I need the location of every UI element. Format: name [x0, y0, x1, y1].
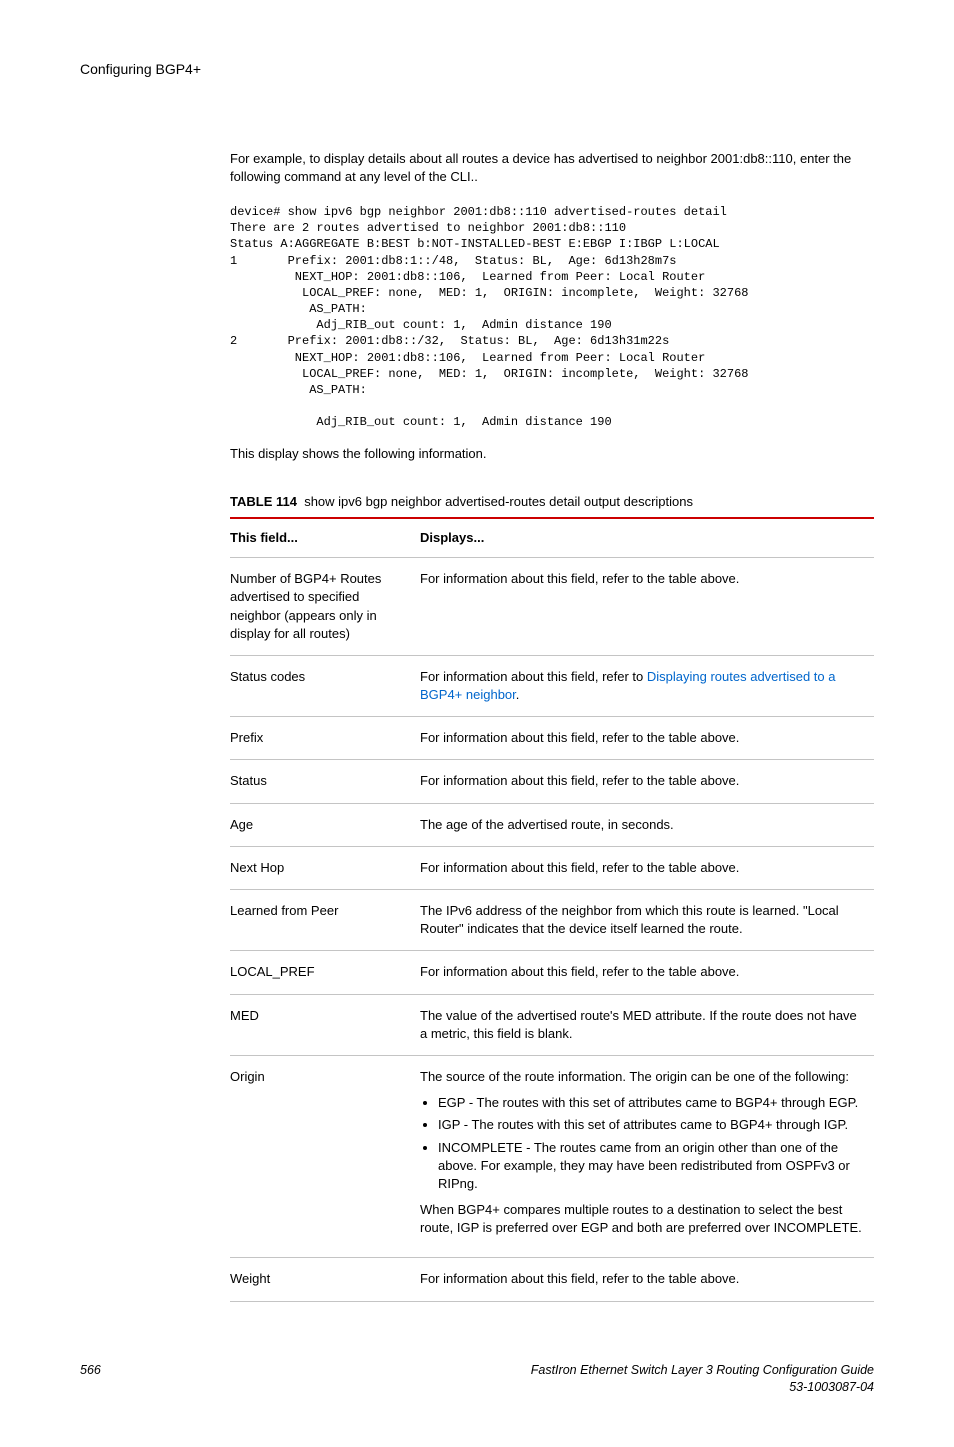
field-desc: For information about this field, refer … [420, 760, 874, 803]
field-desc: For information about this field, refer … [420, 558, 874, 656]
table-row: LOCAL_PREF For information about this fi… [230, 951, 874, 994]
list-item: EGP - The routes with this set of attrib… [438, 1094, 864, 1112]
table-row: Weight For information about this field,… [230, 1258, 874, 1301]
desc-text: . [516, 687, 520, 702]
table-row: Learned from Peer The IPv6 address of th… [230, 890, 874, 951]
page-header-title: Configuring BGP4+ [80, 61, 201, 77]
table-header-row: This field... Displays... [230, 518, 874, 558]
field-name: MED [230, 994, 420, 1055]
after-code-paragraph: This display shows the following informa… [230, 445, 874, 463]
field-name: Status [230, 760, 420, 803]
page-footer: 566 FastIron Ethernet Switch Layer 3 Rou… [80, 1362, 874, 1397]
field-name: Prefix [230, 717, 420, 760]
field-desc: For information about this field, refer … [420, 1258, 874, 1301]
table-number: TABLE 114 [230, 494, 297, 509]
cli-output-block: device# show ipv6 bgp neighbor 2001:db8:… [230, 204, 874, 431]
field-name: Status codes [230, 655, 420, 716]
origin-list: EGP - The routes with this set of attrib… [420, 1094, 864, 1193]
origin-intro: The source of the route information. The… [420, 1068, 864, 1086]
intro-paragraph: For example, to display details about al… [230, 150, 874, 186]
table-row: MED The value of the advertised route's … [230, 994, 874, 1055]
doc-title: FastIron Ethernet Switch Layer 3 Routing… [531, 1362, 874, 1380]
table-row: Prefix For information about this field,… [230, 717, 874, 760]
field-desc: The source of the route information. The… [420, 1055, 874, 1258]
field-name: LOCAL_PREF [230, 951, 420, 994]
table-row: Origin The source of the route informati… [230, 1055, 874, 1258]
field-name: Weight [230, 1258, 420, 1301]
doc-number: 53-1003087-04 [531, 1379, 874, 1397]
page-number: 566 [80, 1362, 101, 1397]
field-name: Learned from Peer [230, 890, 420, 951]
table-row: Status For information about this field,… [230, 760, 874, 803]
col-header-field: This field... [230, 518, 420, 558]
table-row: Number of BGP4+ Routes advertised to spe… [230, 558, 874, 656]
desc-text: For information about this field, refer … [420, 669, 647, 684]
field-desc: The value of the advertised route's MED … [420, 994, 874, 1055]
page-header: Configuring BGP4+ [80, 60, 874, 80]
output-descriptions-table: This field... Displays... Number of BGP4… [230, 517, 874, 1302]
field-name: Age [230, 803, 420, 846]
footer-doc-info: FastIron Ethernet Switch Layer 3 Routing… [531, 1362, 874, 1397]
field-name: Number of BGP4+ Routes advertised to spe… [230, 558, 420, 656]
field-desc: The age of the advertised route, in seco… [420, 803, 874, 846]
list-item: INCOMPLETE - The routes came from an ori… [438, 1139, 864, 1194]
field-desc: The IPv6 address of the neighbor from wh… [420, 890, 874, 951]
table-caption: TABLE 114 show ipv6 bgp neighbor adverti… [230, 493, 874, 511]
table-row: Age The age of the advertised route, in … [230, 803, 874, 846]
list-item: IGP - The routes with this set of attrib… [438, 1116, 864, 1134]
col-header-displays: Displays... [420, 518, 874, 558]
field-name: Next Hop [230, 846, 420, 889]
table-title: show ipv6 bgp neighbor advertised-routes… [304, 494, 693, 509]
origin-note: When BGP4+ compares multiple routes to a… [420, 1201, 864, 1237]
field-desc: For information about this field, refer … [420, 951, 874, 994]
field-name: Origin [230, 1055, 420, 1258]
table-row: Status codes For information about this … [230, 655, 874, 716]
main-content: For example, to display details about al… [230, 150, 874, 1302]
field-desc: For information about this field, refer … [420, 655, 874, 716]
field-desc: For information about this field, refer … [420, 717, 874, 760]
table-row: Next Hop For information about this fiel… [230, 846, 874, 889]
field-desc: For information about this field, refer … [420, 846, 874, 889]
